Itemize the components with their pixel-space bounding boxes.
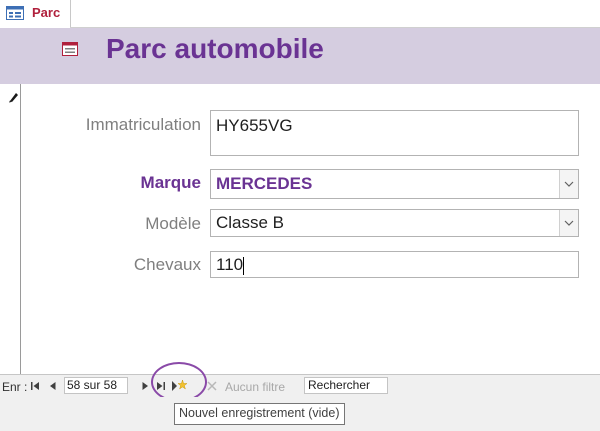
- label-modele: Modèle: [145, 214, 201, 233]
- form-icon: [6, 6, 24, 20]
- previous-record-button[interactable]: [46, 379, 60, 393]
- pencil-icon: [8, 90, 20, 103]
- immatriculation-field[interactable]: HY655VG: [210, 110, 579, 156]
- modele-value: Classe B: [216, 213, 285, 232]
- first-record-icon: [28, 380, 42, 397]
- next-record-icon: [138, 380, 152, 397]
- first-record-button[interactable]: [28, 379, 42, 393]
- label-immatriculation: Immatriculation: [85, 115, 201, 134]
- tab-strip: [0, 0, 600, 28]
- form-icon: [62, 42, 78, 56]
- next-record-button[interactable]: [138, 379, 152, 393]
- label-chevaux: Chevaux: [133, 255, 201, 274]
- nav-label: Enr :: [2, 380, 28, 394]
- record-navigation-bar: Enr : 58 sur 58 Aucun filtre Rechercher: [0, 374, 600, 397]
- text-caret: [243, 256, 245, 275]
- tab-label: Parc: [32, 5, 61, 20]
- immatriculation-value: HY655VG: [216, 116, 293, 135]
- marque-combobox[interactable]: MERCEDES: [210, 169, 579, 199]
- marque-dropdown-button[interactable]: [559, 170, 578, 198]
- current-record-input[interactable]: 58 sur 58: [64, 377, 128, 394]
- tab-parc[interactable]: Parc: [0, 0, 71, 27]
- filter-toggle-button[interactable]: Aucun filtre: [225, 380, 285, 394]
- modele-dropdown-button[interactable]: [559, 210, 578, 236]
- filter-icon: [206, 379, 218, 391]
- form-title: Parc automobile: [106, 33, 324, 64]
- tooltip: Nouvel enregistrement (vide): [174, 403, 345, 425]
- previous-record-icon: [46, 380, 60, 397]
- form-header: Parc automobile: [0, 28, 600, 84]
- label-marque: Marque: [140, 173, 201, 192]
- chevaux-field[interactable]: 110: [210, 251, 579, 278]
- search-input[interactable]: Rechercher: [304, 377, 388, 394]
- modele-combobox[interactable]: Classe B: [210, 209, 579, 237]
- new-record-highlight-circle: [151, 362, 207, 402]
- marque-value: MERCEDES: [216, 174, 313, 193]
- chevaux-value: 110: [216, 255, 244, 274]
